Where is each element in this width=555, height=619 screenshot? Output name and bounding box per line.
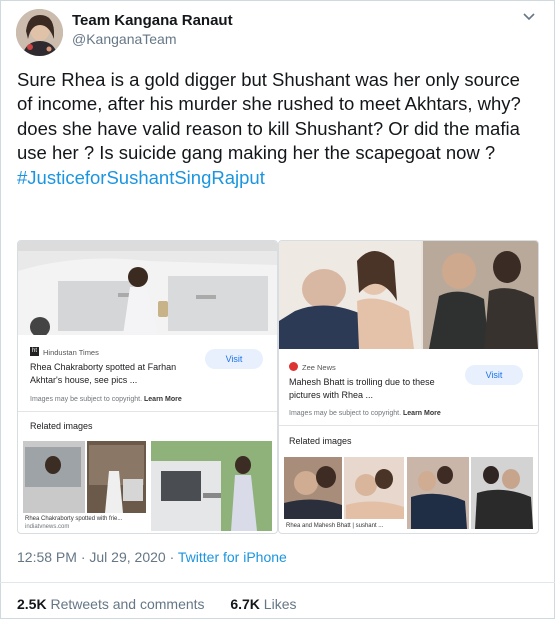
- learn-more-link[interactable]: Learn More: [403, 410, 441, 417]
- tweet-body: Sure Rhea is a gold digger but Shushant …: [17, 69, 521, 164]
- zee-logo-icon: [289, 362, 298, 371]
- card-divider: [279, 425, 538, 426]
- related-images-label: Related images: [30, 421, 93, 431]
- related-thumb-2[interactable]: [407, 457, 533, 529]
- retweets-stat[interactable]: 2.5K Retweets and comments: [17, 596, 205, 612]
- tweet-date[interactable]: Jul 29, 2020: [89, 549, 165, 565]
- related-thumb-1[interactable]: [284, 457, 404, 519]
- avatar[interactable]: [16, 9, 63, 56]
- display-name[interactable]: Team Kangana Ranaut: [72, 12, 233, 29]
- user-handle[interactable]: @KanganaTeam: [72, 31, 177, 47]
- copyright-note: Images may be subject to copyright. Lear…: [289, 410, 441, 417]
- card-source: Zee News: [302, 363, 336, 372]
- ht-logo-icon: ht: [30, 347, 39, 356]
- related-thumb-2[interactable]: [151, 441, 272, 531]
- related-thumb-caption[interactable]: Rhea and Mahesh Bhatt | sushant ...: [286, 522, 406, 530]
- card-divider: [18, 411, 277, 412]
- card-source: Hindustan Times: [43, 348, 99, 357]
- copyright-note: Images may be subject to copyright. Lear…: [30, 396, 182, 403]
- visit-button[interactable]: Visit: [205, 349, 263, 369]
- likes-count: 6.7K: [230, 596, 260, 612]
- related-thumb-caption[interactable]: Rhea Chakraborty spotted with frie...: [25, 515, 145, 523]
- card-caption[interactable]: Mahesh Bhatt is trolling due to these pi…: [289, 376, 459, 401]
- visit-button[interactable]: Visit: [465, 365, 523, 385]
- divider: [0, 582, 555, 583]
- likes-label: Likes: [263, 596, 297, 612]
- chevron-down-icon[interactable]: [519, 6, 539, 26]
- retweets-label: Retweets and comments: [50, 596, 205, 612]
- card-image-main[interactable]: [18, 241, 277, 335]
- copyright-text: Images may be subject to copyright.: [289, 410, 402, 417]
- card-caption[interactable]: Rhea Chakraborty spotted at Farhan Akhta…: [30, 361, 200, 386]
- card-image-main[interactable]: [279, 241, 538, 349]
- engagement-stats: 2.5K Retweets and comments 6.7K Likes: [17, 596, 296, 612]
- tweet-text: Sure Rhea is a gold digger but Shushant …: [17, 68, 539, 190]
- related-thumb-source: indiatvnews.com: [25, 524, 70, 530]
- tweet-time[interactable]: 12:58 PM: [17, 549, 77, 565]
- retweets-count: 2.5K: [17, 596, 47, 612]
- hashtag-link[interactable]: #JusticeforSushantSingRajput: [17, 167, 265, 188]
- meta-separator: ·: [169, 549, 175, 565]
- tweet-timestamp: 12:58 PM · Jul 29, 2020 · Twitter for iP…: [17, 549, 287, 565]
- copyright-text: Images may be subject to copyright.: [30, 396, 143, 403]
- source-app-link[interactable]: Twitter for iPhone: [178, 549, 287, 565]
- learn-more-link[interactable]: Learn More: [144, 396, 182, 403]
- image-card-hindustan-times[interactable]: ht Hindustan Times Rhea Chakraborty spot…: [17, 240, 278, 534]
- likes-stat[interactable]: 6.7K Likes: [230, 596, 296, 612]
- meta-separator: ·: [80, 549, 86, 565]
- related-thumb-1[interactable]: [23, 441, 146, 513]
- related-images-label: Related images: [289, 436, 352, 446]
- image-card-zee-news[interactable]: Zee News Mahesh Bhatt is trolling due to…: [278, 240, 539, 534]
